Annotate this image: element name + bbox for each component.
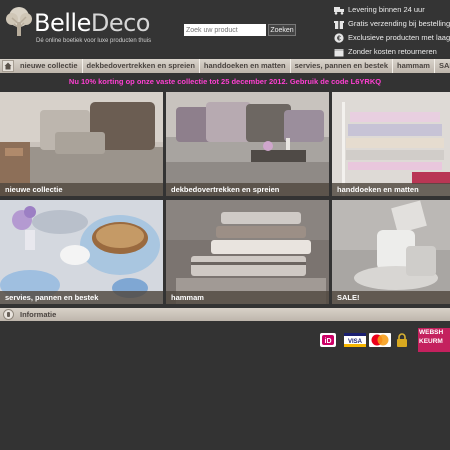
category-tile-handdoeken[interactable]: handdoeken en matten [332, 92, 450, 196]
ideal-logo: iD [320, 333, 336, 347]
category-image [0, 200, 163, 304]
nav-item-handdoeken[interactable]: handdoeken en matten [200, 59, 291, 73]
tile-label: SALE! [332, 291, 450, 304]
info-icon [3, 309, 14, 320]
usp-text: Gratis verzending bij bestellingen v [348, 19, 450, 28]
brand-tagline: Dé online boetiek voor luxe producten th… [36, 38, 152, 44]
category-image [0, 92, 163, 196]
tile-label: dekbedovertrekken en spreien [166, 183, 329, 196]
mastercard-logo [369, 333, 391, 347]
category-tile-sale[interactable]: SALE! [332, 200, 450, 304]
keurmerk-line1: WEBSH [419, 329, 444, 336]
usp-text: Exclusieve producten met laagste p [348, 33, 450, 42]
usp-item: Gratis verzending bij bestellingen v [334, 18, 450, 30]
info-bar[interactable]: Informatie [0, 308, 450, 321]
site-header: BelleDeco Dé online boetiek voor luxe pr… [0, 0, 450, 57]
category-image [332, 200, 450, 304]
nav-item-hammam[interactable]: hammam [393, 59, 435, 73]
category-image [166, 92, 329, 196]
category-tile-dekbedovertrekken[interactable]: dekbedovertrekken en spreien [166, 92, 329, 196]
tree-icon [6, 7, 32, 36]
lock-icon [397, 333, 407, 347]
category-tile-nieuwe-collectie[interactable]: nieuwe collectie [0, 92, 163, 196]
search-button[interactable]: Zoeken [268, 24, 296, 36]
brand-name: BelleDeco [34, 9, 150, 37]
ideal-text: iD [325, 338, 332, 345]
visa-logo: VISA [344, 333, 366, 347]
keurmerk-line2: KEURM [419, 338, 443, 345]
category-image [166, 200, 329, 304]
tile-label: nieuwe collectie [0, 183, 163, 196]
truck-icon [334, 7, 344, 15]
category-tile-servies[interactable]: servies, pannen en bestek [0, 200, 163, 304]
tile-label: handdoeken en matten [332, 183, 450, 196]
usp-text: Zonder kosten retourneren [348, 47, 437, 56]
tile-label: servies, pannen en bestek [0, 291, 163, 304]
usp-item: € Exclusieve producten met laagste p [334, 32, 450, 44]
brand-logo[interactable]: BelleDeco Dé online boetiek voor luxe pr… [4, 6, 164, 48]
visa-text: VISA [348, 339, 363, 345]
webshop-keurmerk-badge[interactable]: WEBSH KEURM [418, 328, 450, 352]
usp-item: Levering binnen 24 uur [334, 4, 450, 16]
box-icon [334, 49, 344, 57]
nav-item-nieuwe-collectie[interactable]: nieuwe collectie [16, 59, 83, 73]
tile-label: hammam [166, 291, 329, 304]
nav-item-sale[interactable]: SALE! [435, 59, 450, 73]
nav-item-servies[interactable]: servies, pannen en bestek [291, 59, 393, 73]
category-image [332, 92, 450, 196]
promo-banner: Nu 10% korting op onze vaste collectie t… [68, 77, 382, 86]
usp-item: Zonder kosten retourneren [334, 46, 450, 58]
main-nav: nieuwe collectie dekbedovertrekken en sp… [0, 59, 450, 73]
usp-text: Levering binnen 24 uur [348, 5, 425, 14]
nav-item-dekbedovertrekken[interactable]: dekbedovertrekken en spreien [83, 59, 200, 73]
category-tile-hammam[interactable]: hammam [166, 200, 329, 304]
info-title: Informatie [20, 310, 57, 319]
gift-icon [334, 21, 344, 29]
home-icon [4, 62, 12, 70]
search-input[interactable] [184, 24, 266, 36]
usp-list: Levering binnen 24 uur Gratis verzending… [334, 4, 450, 60]
euro-icon: € [334, 33, 344, 43]
nav-home-button[interactable] [2, 60, 14, 72]
svg-text:€: € [337, 36, 341, 43]
